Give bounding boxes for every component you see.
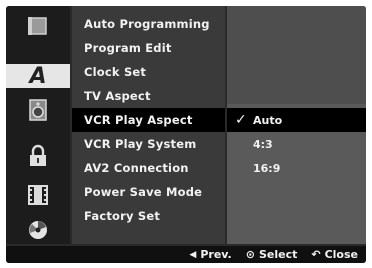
menu-item-vcr-play-system[interactable]: VCR Play System [72,132,225,156]
option-label: Auto [253,113,283,127]
menu-item-tv-aspect[interactable]: TV Aspect [72,84,225,108]
menu-item-program-edit[interactable]: Program Edit [72,36,225,60]
setup-menu-list: Auto Programming Program Edit Clock Set … [72,6,225,244]
language-icon[interactable]: A [6,64,70,89]
lock-icon[interactable] [6,144,70,168]
select-label: Select [258,248,298,261]
option-label: 16:9 [253,161,281,175]
option-list: ✓ Auto 4:3 16:9 [227,6,366,244]
menu-item-auto-programming[interactable]: Auto Programming [72,12,225,36]
menu-item-av2-connection[interactable]: AV2 Connection [72,156,225,180]
option-16-9[interactable]: 16:9 [227,156,366,180]
menu-item-power-save-mode[interactable]: Power Save Mode [72,180,225,204]
menu-item-clock-set[interactable]: Clock Set [72,60,225,84]
option-4-3[interactable]: 4:3 [227,132,366,156]
option-panel-blank [227,6,366,104]
prev-label: Prev. [200,248,232,261]
film-icon[interactable] [6,183,70,207]
disc-icon[interactable] [6,218,70,242]
close-hint[interactable]: ↶ Close [311,248,358,261]
close-label: Close [324,248,358,261]
help-bar: ◀ Prev. ⊙ Select ↶ Close [6,246,366,263]
prev-hint[interactable]: ◀ Prev. [189,248,231,261]
return-icon: ↶ [311,248,321,261]
select-hint[interactable]: ⊙ Select [246,248,298,261]
category-icon-column: A [6,6,70,244]
option-auto[interactable]: ✓ Auto [227,108,366,132]
left-arrow-icon: ◀ [189,249,197,260]
audio-icon[interactable] [6,98,70,122]
enter-icon: ⊙ [245,248,255,261]
check-icon: ✓ [235,112,247,128]
menu-item-vcr-play-aspect[interactable]: VCR Play Aspect [72,108,225,132]
display-icon[interactable] [6,14,70,38]
menu-item-factory-set[interactable]: Factory Set [72,204,225,228]
option-label: 4:3 [253,137,273,151]
setup-menu-screen: A Auto Programming Program Edit Clock Se… [6,6,366,263]
